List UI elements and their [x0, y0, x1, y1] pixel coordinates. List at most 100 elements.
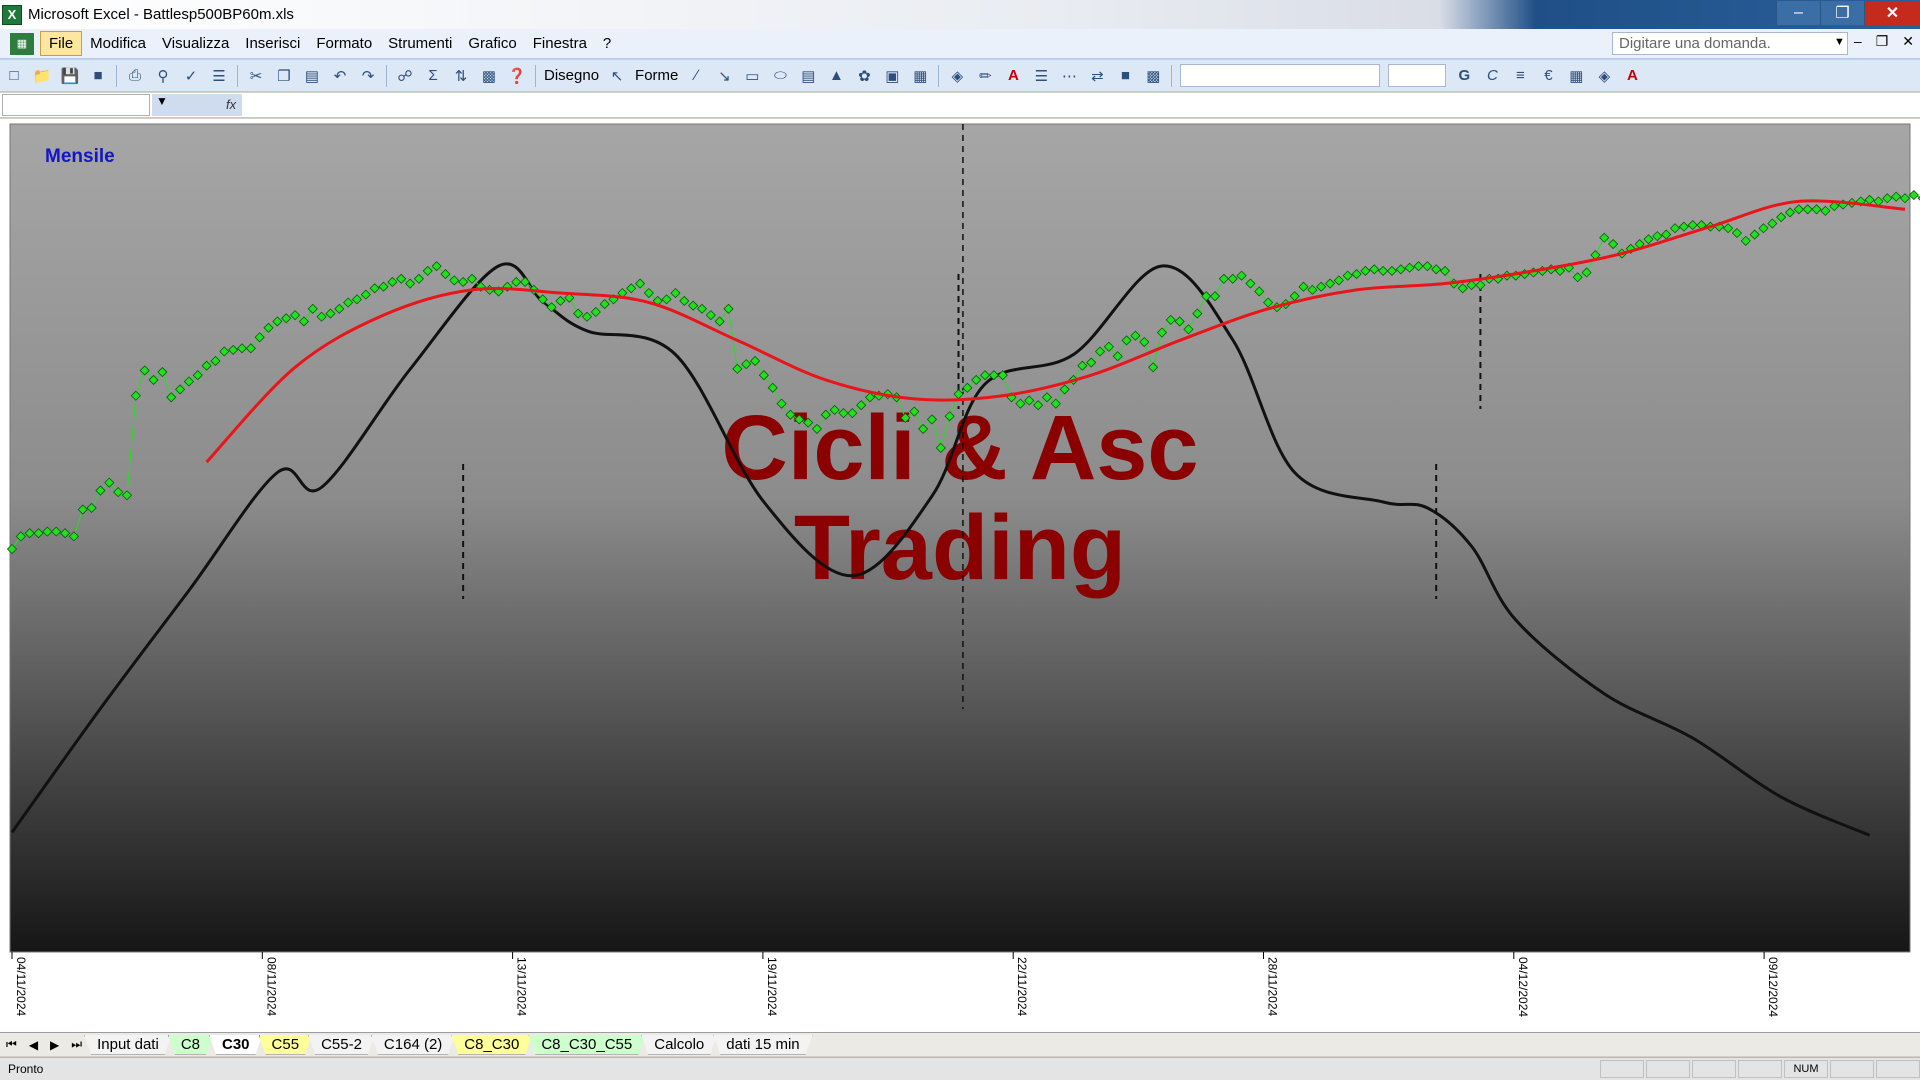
- chart-area[interactable]: Cicli & Asc Trading 04/11/2024 08/11/2024 1…: [0, 119, 1920, 1038]
- fill-icon[interactable]: ◈: [1592, 64, 1616, 88]
- font-size-combo[interactable]: [1388, 64, 1447, 87]
- line-style-icon[interactable]: ☰: [1029, 64, 1053, 88]
- clipart-icon[interactable]: ▣: [880, 64, 904, 88]
- menu-visualizza[interactable]: Visualizza: [154, 32, 237, 55]
- status-cell: [1738, 1060, 1782, 1078]
- cut-icon[interactable]: ✂: [244, 64, 268, 88]
- menu-formato[interactable]: Formato: [308, 32, 380, 55]
- font-color-icon-2[interactable]: A: [1620, 64, 1644, 88]
- sheet-tab-c164-2[interactable]: C164 (2): [371, 1035, 455, 1055]
- last-sheet-icon[interactable]: ⏭: [65, 1037, 88, 1052]
- borders-icon[interactable]: ▦: [1564, 64, 1588, 88]
- undo-icon[interactable]: ↶: [328, 64, 352, 88]
- help-icon[interactable]: ❓: [505, 64, 529, 88]
- dash-style-icon[interactable]: ⋯: [1057, 64, 1081, 88]
- doc-close-icon[interactable]: ✕: [1902, 33, 1914, 50]
- print-icon[interactable]: ⎙: [123, 64, 147, 88]
- status-bar: Pronto NUM: [0, 1057, 1920, 1080]
- print-preview-icon[interactable]: ⚲: [151, 64, 175, 88]
- diagram-icon[interactable]: ✿: [852, 64, 876, 88]
- align-icon[interactable]: ≡: [1508, 64, 1532, 88]
- textbox-icon[interactable]: ▤: [796, 64, 820, 88]
- close-window-button[interactable]: ✕: [1864, 1, 1920, 25]
- fill-color-icon[interactable]: ◈: [945, 64, 969, 88]
- select-pointer-icon[interactable]: ↖: [605, 64, 629, 88]
- next-sheet-icon[interactable]: ▶: [44, 1038, 65, 1052]
- ask-question-input[interactable]: Digitare una domanda.: [1612, 32, 1848, 55]
- menu-finestra[interactable]: Finestra: [525, 32, 595, 55]
- line-color-icon[interactable]: ✏: [973, 64, 997, 88]
- research-icon[interactable]: ☰: [207, 64, 231, 88]
- excel-app-icon[interactable]: X: [2, 4, 22, 25]
- x-tick-label: 28/11/2024: [1266, 957, 1280, 1016]
- menu-inserisci[interactable]: Inserisci: [237, 32, 308, 55]
- bold-icon[interactable]: G: [1452, 64, 1476, 88]
- sheet-tab-c55[interactable]: C55: [259, 1035, 313, 1055]
- spelling-icon[interactable]: ✓: [179, 64, 203, 88]
- name-box[interactable]: [2, 94, 150, 116]
- shapes-menu[interactable]: Forme: [631, 67, 682, 84]
- sheet-tab-c8[interactable]: C8: [168, 1035, 213, 1055]
- toolbar-separator: [1171, 64, 1173, 87]
- first-sheet-icon[interactable]: ⏮: [0, 1037, 23, 1052]
- fx-icon[interactable]: fx: [226, 97, 236, 112]
- status-cell: [1830, 1060, 1874, 1078]
- cycle-chart[interactable]: Cicli & AscTrading 04/11/2024 08/11/2024 1…: [0, 119, 1920, 1038]
- italic-icon[interactable]: C: [1480, 64, 1504, 88]
- wordart-icon[interactable]: ▲: [824, 64, 848, 88]
- permission-icon[interactable]: ■: [86, 64, 110, 88]
- rectangle-icon[interactable]: ▭: [740, 64, 764, 88]
- restore-button[interactable]: ❐: [1820, 1, 1864, 25]
- save-icon[interactable]: 💾: [58, 64, 82, 88]
- workbook-icon[interactable]: ▦: [10, 32, 34, 55]
- menu-file[interactable]: File: [40, 31, 83, 56]
- menu-strumenti[interactable]: Strumenti: [380, 32, 460, 55]
- menu-grafico[interactable]: Grafico: [460, 32, 524, 55]
- font-color-icon[interactable]: A: [1001, 64, 1025, 88]
- line-icon[interactable]: ∕: [684, 64, 708, 88]
- sheet-tab-dati-15-min[interactable]: dati 15 min: [713, 1035, 812, 1055]
- sheet-tab-c8-c30[interactable]: C8_C30: [451, 1035, 532, 1055]
- x-tick-label: 09/12/2024: [1766, 957, 1780, 1017]
- hyperlink-icon[interactable]: ☍: [393, 64, 417, 88]
- menu-bar: ▦ File Modifica Visualizza Inserisci For…: [0, 29, 1920, 59]
- redo-icon[interactable]: ↷: [356, 64, 380, 88]
- shadow-icon[interactable]: ■: [1113, 64, 1137, 88]
- standard-toolbar: □ 📁 💾 ■ ⎙ ⚲ ✓ ☰ ✂ ❐ ▤ ↶ ↷ ☍ Σ ⇅ ▩ ❓ Dise…: [0, 60, 1920, 92]
- prev-sheet-icon[interactable]: ◀: [23, 1038, 44, 1052]
- euro-icon[interactable]: €: [1536, 64, 1560, 88]
- menu-help[interactable]: ?: [595, 32, 619, 55]
- picture-icon[interactable]: ▦: [908, 64, 932, 88]
- x-tick-label: 08/11/2024: [264, 957, 278, 1016]
- sheet-tab-bar: ⏮ ◀ ▶ ⏭ Input dati C8 C30 C55 C55-2 C164…: [0, 1032, 1920, 1056]
- sheet-tab-c8-c30-c55[interactable]: C8_C30_C55: [528, 1035, 645, 1055]
- doc-restore-icon[interactable]: ❐: [1876, 33, 1889, 50]
- chevron-down-icon[interactable]: ▼: [1834, 36, 1845, 48]
- 3d-icon[interactable]: ▩: [1141, 64, 1165, 88]
- status-num: NUM: [1784, 1060, 1828, 1078]
- sort-icon[interactable]: ⇅: [449, 64, 473, 88]
- sheet-tab-c55-2[interactable]: C55-2: [308, 1035, 375, 1055]
- toolbar-separator: [386, 64, 387, 87]
- arrow-style-icon[interactable]: ⇄: [1085, 64, 1109, 88]
- toolbar-separator: [237, 64, 238, 87]
- sheet-tab-input-dati[interactable]: Input dati: [84, 1035, 172, 1055]
- copy-icon[interactable]: ❐: [272, 64, 296, 88]
- formula-bar: ▼ fx: [0, 93, 1920, 118]
- paste-icon[interactable]: ▤: [300, 64, 324, 88]
- open-icon[interactable]: 📁: [30, 64, 54, 88]
- toolbar-separator: [535, 64, 536, 87]
- font-name-combo[interactable]: [1180, 64, 1381, 87]
- doc-minimize-icon[interactable]: –: [1854, 33, 1862, 50]
- oval-icon[interactable]: ⬭: [768, 64, 792, 88]
- chart-label-mensile: Mensile: [45, 146, 115, 167]
- sheet-tab-c30[interactable]: C30: [209, 1035, 263, 1055]
- draw-menu[interactable]: Disegno: [540, 67, 603, 84]
- menu-modifica[interactable]: Modifica: [82, 32, 154, 55]
- minimize-button[interactable]: –: [1776, 1, 1820, 25]
- arrow-icon[interactable]: ↘: [712, 64, 736, 88]
- sheet-tab-calcolo[interactable]: Calcolo: [641, 1035, 717, 1055]
- autosum-icon[interactable]: Σ: [421, 64, 445, 88]
- new-icon[interactable]: □: [2, 64, 26, 88]
- chart-wizard-icon[interactable]: ▩: [477, 64, 501, 88]
